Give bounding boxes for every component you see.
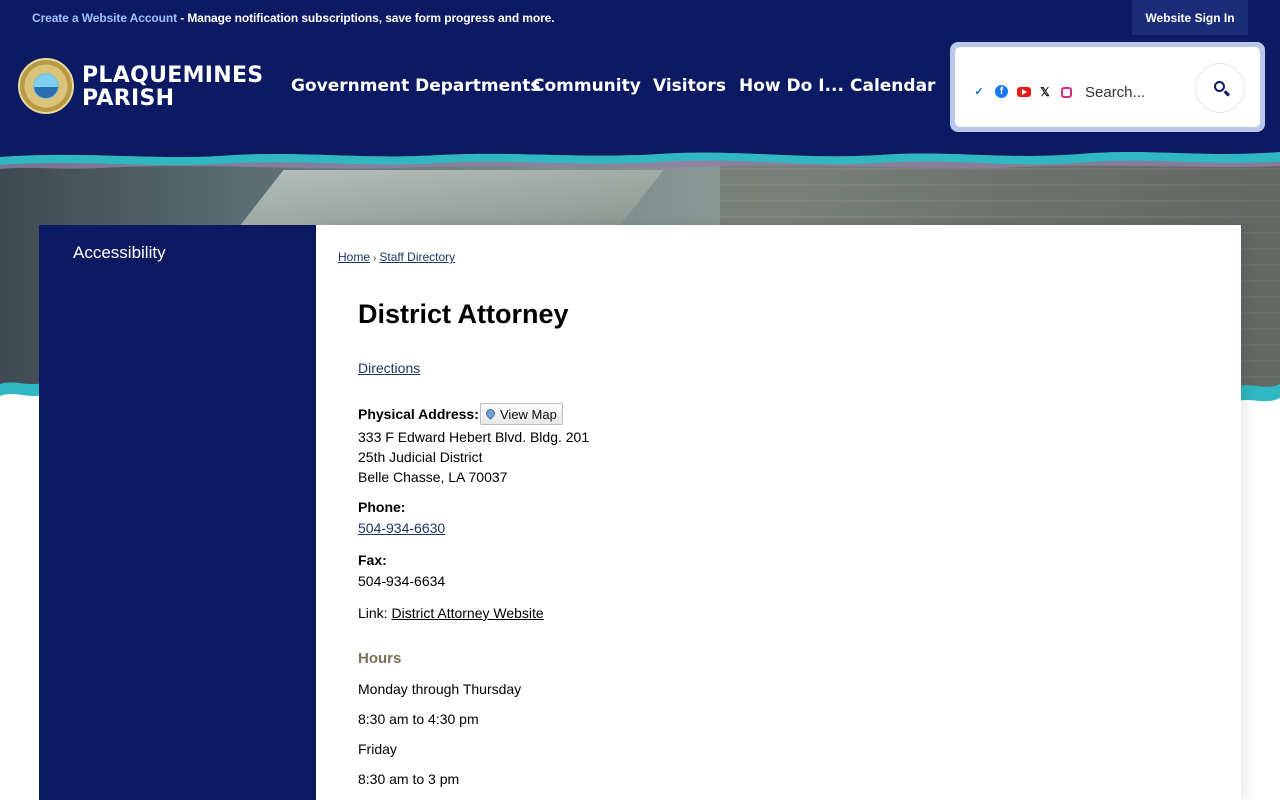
main-content: Home › Staff Directory District Attorney D… [316, 225, 1241, 800]
directions-link[interactable]: Directions [358, 360, 420, 376]
breadcrumb: Home › Staff Directory [338, 250, 455, 264]
nav-calendar[interactable]: Calendar [850, 76, 935, 100]
district-attorney-website-link[interactable]: District Attorney Website [391, 605, 543, 621]
fax-value: 504-934-6634 [358, 573, 446, 589]
address-line: 25th Judicial District [358, 449, 483, 465]
sidebar-item-accessibility[interactable]: Accessibility [73, 243, 166, 263]
search-panel-inner: ✓ f 𝕏 [955, 47, 1260, 127]
address-line: 333 F Edward Hebert Blvd. Bldg. 201 [358, 429, 590, 445]
view-map-label: View Map [500, 406, 557, 422]
brand-line-1: PLAQUEMINES [82, 63, 264, 88]
hours-line: Monday through Thursday [358, 681, 522, 697]
brand-line-2: PARISH [82, 86, 175, 111]
physical-address-label: Physical Address: [358, 406, 479, 422]
nextdoor-icon[interactable]: ✓ [973, 86, 985, 98]
search-button[interactable] [1195, 63, 1245, 113]
account-notice-text: - Manage notification subscriptions, sav… [176, 11, 555, 25]
top-utility-bar: Create a Website Account - Manage notifi… [0, 0, 1280, 36]
x-icon[interactable]: 𝕏 [1039, 86, 1051, 98]
hours-heading: Hours [358, 650, 402, 667]
banner-structure [236, 170, 664, 230]
breadcrumb-home[interactable]: Home [338, 250, 370, 264]
view-map-button[interactable]: View Map [480, 403, 563, 425]
breadcrumb-separator: › [373, 253, 377, 264]
instagram-icon[interactable] [1061, 87, 1072, 98]
phone-link[interactable]: 504-934-6630 [358, 520, 445, 536]
youtube-icon[interactable] [1017, 87, 1031, 97]
main-nav: Government Departments Community Visitor… [291, 76, 935, 100]
nav-government-departments[interactable]: Government Departments [291, 76, 541, 100]
phone-label: Phone: [358, 499, 406, 515]
search-input[interactable] [1085, 77, 1195, 107]
nav-visitors[interactable]: Visitors [653, 76, 739, 100]
sidebar: Accessibility [39, 225, 316, 800]
hours-line: Friday [358, 741, 397, 757]
search-icon [1214, 81, 1225, 92]
create-account-link[interactable]: Create a Website Account [32, 11, 177, 25]
parish-seal-logo[interactable] [18, 58, 74, 114]
site-header: PLAQUEMINES PARISH Government Department… [0, 36, 1280, 152]
sign-in-button[interactable]: Website Sign In [1132, 0, 1248, 35]
breadcrumb-staff-directory[interactable]: Staff Directory [379, 250, 455, 264]
banner-top-wave [0, 142, 1280, 169]
facebook-icon[interactable]: f [995, 85, 1008, 98]
search-panel: ✓ f 𝕏 [950, 42, 1265, 132]
map-pin-icon [484, 406, 497, 420]
nav-how-do-i[interactable]: How Do I... [739, 76, 850, 100]
account-notice: Create a Website Account - Manage notifi… [32, 11, 555, 25]
nav-community[interactable]: Community [532, 76, 653, 100]
address-line: Belle Chasse, LA 70037 [358, 469, 508, 485]
website-link-row: Link: District Attorney Website [358, 605, 544, 621]
fax-label: Fax: [358, 552, 387, 568]
hours-line: 8:30 am to 3 pm [358, 771, 460, 787]
link-label: Link: [358, 605, 392, 621]
page-title: District Attorney [358, 299, 569, 329]
hours-line: 8:30 am to 4:30 pm [358, 711, 479, 727]
address-block: 333 F Edward Hebert Blvd. Bldg. 201 25th… [358, 427, 589, 487]
site-brand[interactable]: PLAQUEMINES PARISH [82, 64, 263, 110]
